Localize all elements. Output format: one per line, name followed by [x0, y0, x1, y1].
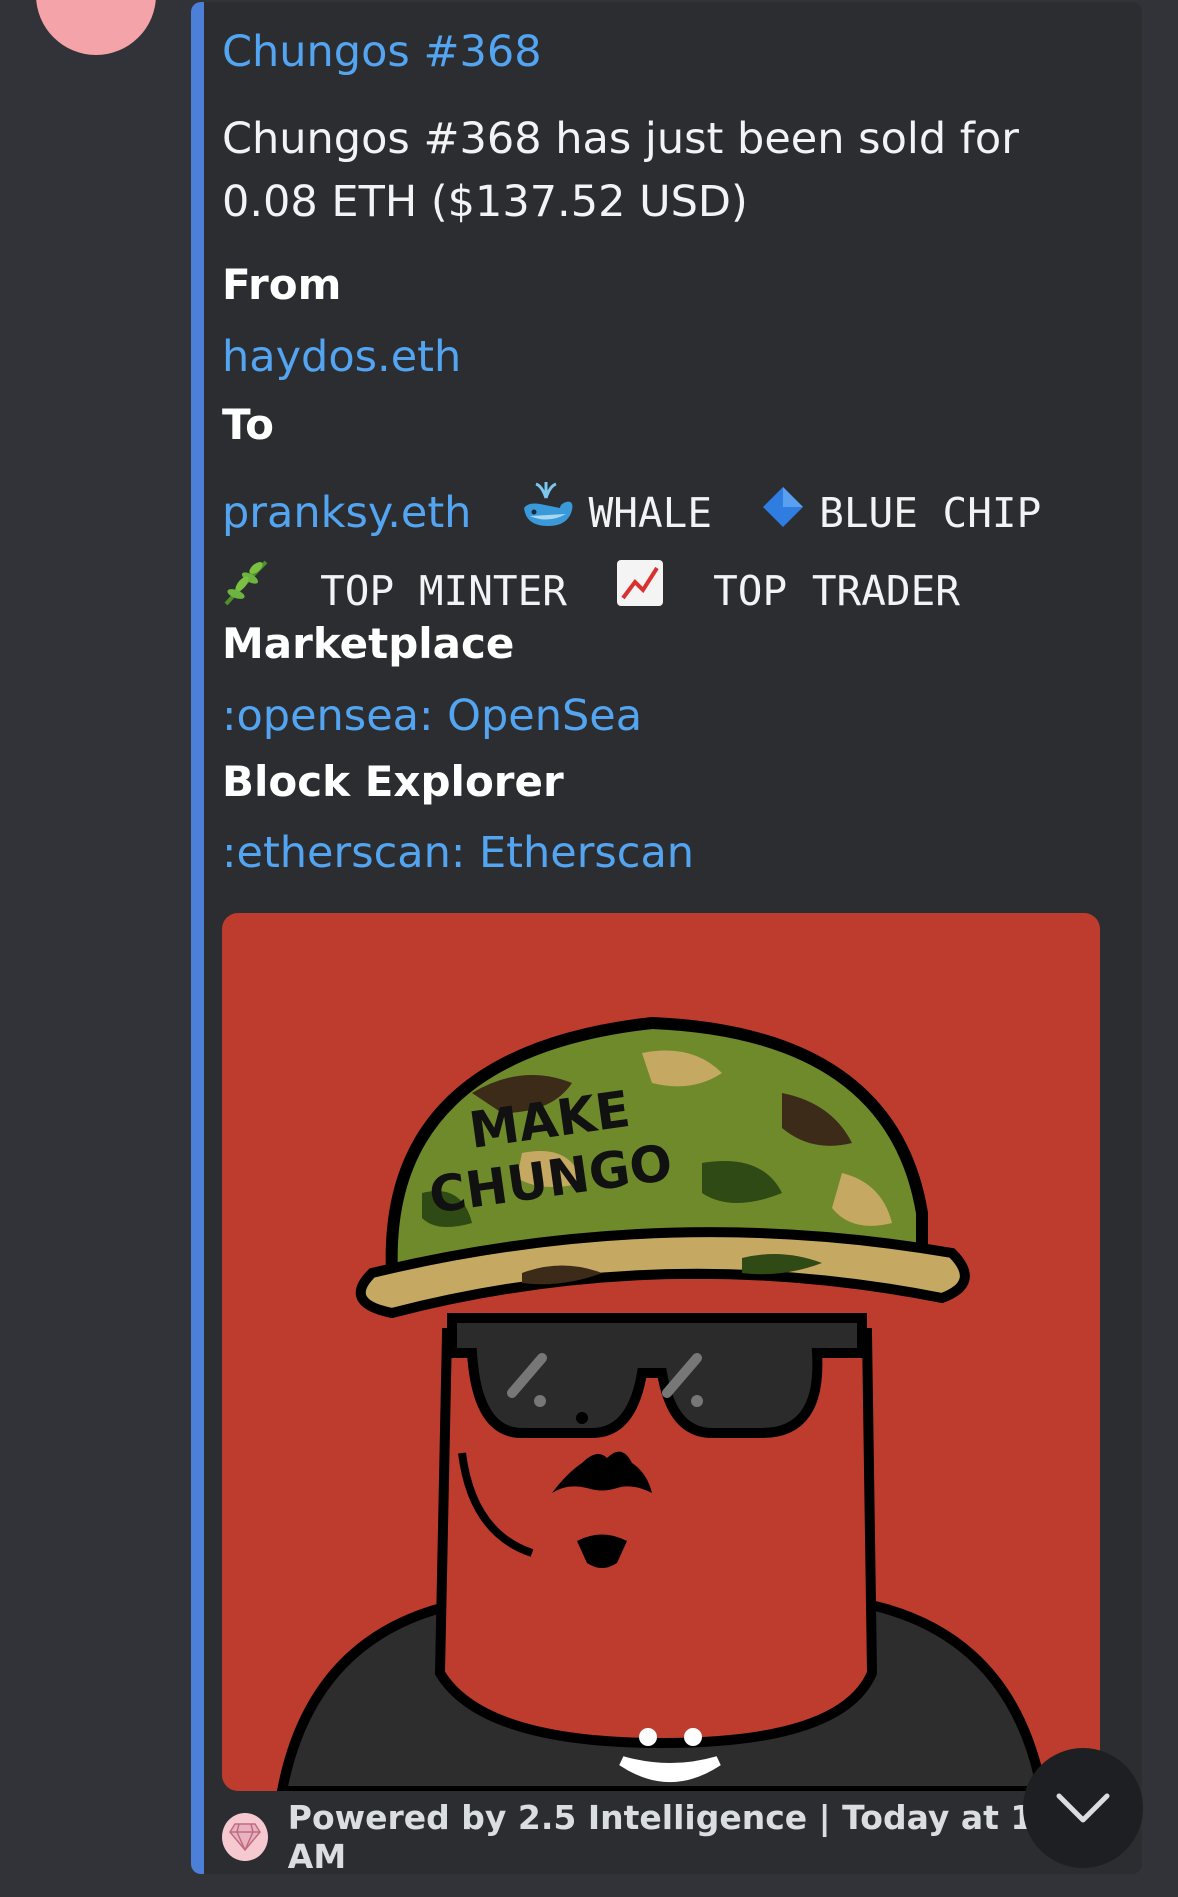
sale-embed: Chungos #368 Chungos #368 has just been …	[191, 2, 1142, 1874]
from-label: From	[222, 260, 342, 309]
opensea-link[interactable]: :opensea: OpenSea	[222, 691, 642, 741]
from-link[interactable]: haydos.eth	[222, 332, 461, 382]
chart-increasing-emoji	[615, 557, 665, 632]
to-label: To	[222, 400, 274, 449]
blue-diamond-emoji	[760, 479, 806, 554]
to-link[interactable]: pranksy.eth	[222, 488, 471, 538]
etherscan-link[interactable]: :etherscan: Etherscan	[222, 828, 694, 878]
nft-image[interactable]: MAKE CHUNGO	[222, 913, 1100, 1791]
chevron-down-icon	[1056, 1793, 1110, 1823]
badge-whale: WHALE	[588, 489, 712, 537]
marketplace-label: Marketplace	[222, 619, 515, 668]
badge-top-trader: TOP TRADER	[713, 567, 960, 615]
embed-title[interactable]: Chungos #368	[222, 27, 542, 77]
to-field: pranksy.eth WHALE BLUE CHIP TOP MINTER T…	[222, 476, 1122, 632]
bot-avatar[interactable]	[36, 0, 156, 55]
embed-description: Chungos #368 has just been sold for 0.08…	[222, 114, 1019, 227]
badge-top-minter: TOP MINTER	[320, 567, 567, 615]
footer-text: Powered by 2.5 Intelligence | Today at 1…	[287, 1798, 1093, 1874]
embed-accent-bar	[191, 2, 204, 1874]
badge-blue-chip: BLUE CHIP	[819, 489, 1042, 537]
block-explorer-label: Block Explorer	[222, 757, 564, 806]
whale-emoji	[520, 478, 576, 554]
scroll-to-bottom-button[interactable]	[1023, 1748, 1143, 1868]
gem-icon	[222, 1813, 268, 1861]
embed-footer: Powered by 2.5 Intelligence | Today at 1…	[222, 1798, 1122, 1874]
